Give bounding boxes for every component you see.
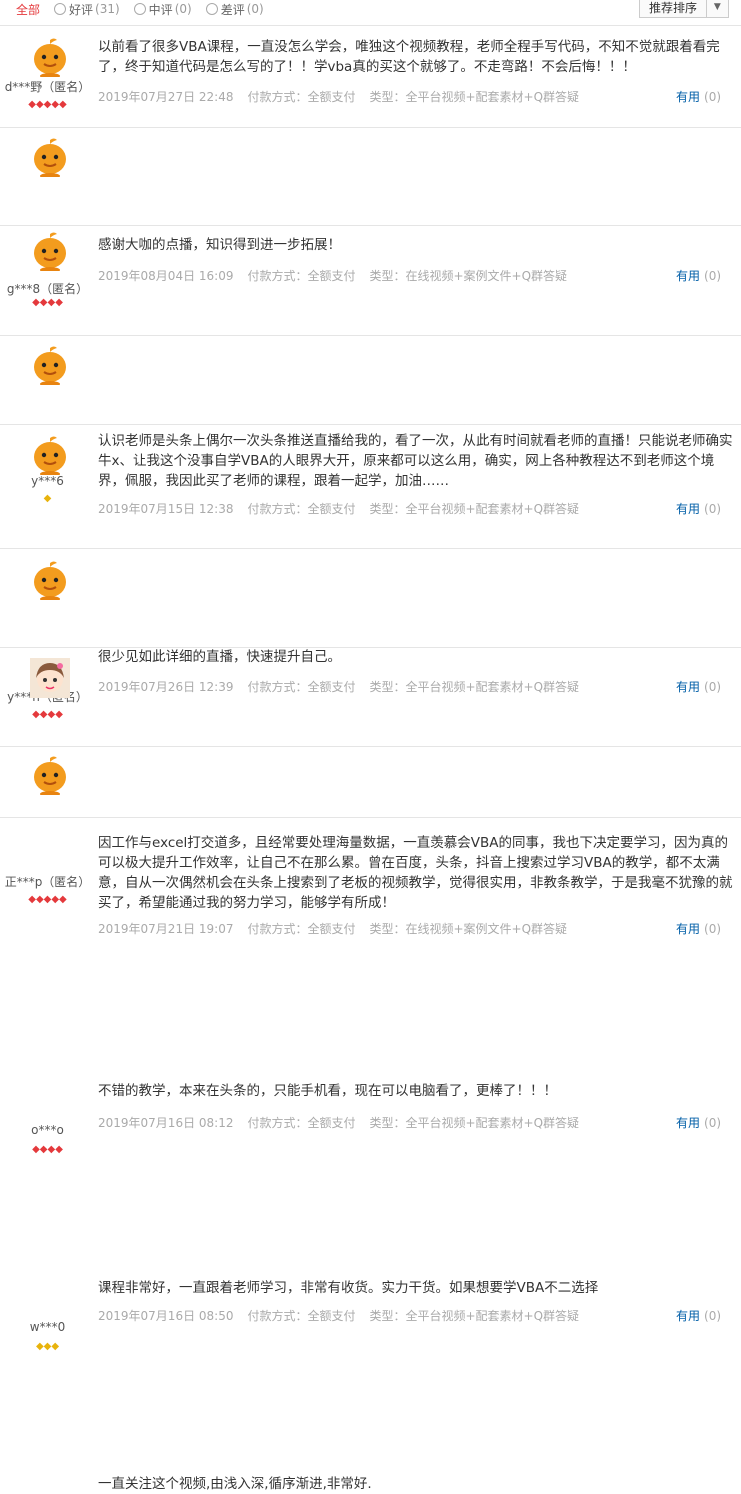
review-date: 2019年07月16日 08:50: [98, 1309, 234, 1323]
useful-button[interactable]: 有用: [676, 1309, 700, 1323]
review-item: y***n（匿名）◆◆◆◆很少见如此详细的直播，快速提升自己。2019年07月2…: [0, 336, 741, 720]
useful-vote: 有用 (0): [676, 920, 721, 937]
review-content: 以前看了很多VBA课程，一直没怎么学会，唯独这个视频教程，老师全程手写代码，不知…: [98, 39, 720, 75]
review-payment: 付款方式：全额支付: [247, 922, 356, 936]
review-content: 课程非常好，一直跟着老师学习，非常有收货。实力干货。如果想要学VBA不二选择: [98, 1280, 599, 1296]
review-meta: 2019年07月27日 22:48 付款方式：全额支付 类型：全平台视频+配套素材+…: [98, 88, 593, 105]
filter-positive-count: (31): [95, 2, 120, 16]
member-rank: ◆◆◆◆◆: [0, 895, 95, 905]
avatar[interactable]: [30, 345, 70, 387]
review-type: 类型：全平台视频+配套素材+Q群答疑: [369, 90, 580, 104]
avatar[interactable]: [30, 137, 70, 179]
red-diamond-icon: ◆: [28, 894, 36, 905]
radio-icon[interactable]: [133, 3, 146, 15]
filter-all-label: 全部: [16, 2, 41, 17]
useful-count: (0): [704, 922, 722, 936]
review-item: o***o ◆◆◆◆ 不错的教学，本来在头条的，只能手机看，现在可以电脑看了，更棒了…: [0, 549, 741, 1155]
useful-button[interactable]: 有用: [676, 922, 700, 936]
username: 正***p（匿名）: [4, 875, 91, 889]
filter-negative-label: 差评: [220, 2, 245, 17]
gold-diamond-icon: ◆: [51, 1341, 60, 1352]
username: d***野（匿名）: [4, 80, 91, 94]
avatar[interactable]: [30, 560, 70, 602]
member-rank: ◆◆◆◆◆: [0, 100, 95, 110]
avatar[interactable]: [30, 435, 70, 477]
review-date: 2019年07月16日 08:12: [98, 1116, 234, 1130]
filter-neutral-count: (0): [174, 2, 192, 16]
review-date: 2019年07月27日 22:48: [98, 90, 234, 104]
useful-vote: 有用 (0): [676, 1114, 721, 1131]
radio-icon[interactable]: [205, 3, 218, 15]
useful-button[interactable]: 有用: [676, 1116, 700, 1130]
review-type: 类型：全平台视频+配套素材+Q群答疑: [369, 1116, 580, 1130]
review-type: 类型：全平台视频+配套素材+Q群答疑: [369, 1309, 580, 1323]
useful-vote: 有用 (0): [676, 88, 721, 105]
gold-diamond-icon: ◆: [43, 1341, 52, 1352]
useful-button[interactable]: 有用: [676, 90, 700, 104]
useful-count: (0): [704, 1309, 722, 1323]
filter-neutral[interactable]: 中评 (0): [133, 1, 192, 18]
review-payment: 付款方式：全额支付: [247, 1309, 356, 1323]
review-filter-bar: 全部 好评 (31) 中评 (0) 差评 (0): [0, 0, 741, 24]
review-content: 一直关注这个视频,由浅入深,循序渐进,非常好.: [98, 1476, 372, 1492]
chevron-down-icon[interactable]: ▼: [705, 0, 728, 17]
username: o***o: [31, 1123, 64, 1137]
filter-all[interactable]: 全部: [16, 1, 40, 18]
review-payment: 付款方式：全额支付: [247, 1116, 356, 1130]
filter-negative-count: (0): [246, 2, 264, 16]
review-meta: 2019年07月21日 19:07 付款方式：全额支付 类型：在线视频+案例文件+Q…: [98, 920, 581, 937]
red-diamond-icon: ◆: [32, 1144, 40, 1155]
useful-count: (0): [704, 1116, 722, 1130]
filter-positive-label: 好评: [69, 2, 94, 17]
sort-label: 推荐排序: [649, 0, 698, 15]
review-item: w***0 ◆◆◆ 课程非常好，一直跟着老师学习，非常有收货。实力干货。如果想要学V…: [0, 648, 741, 1352]
avatar[interactable]: [30, 755, 70, 797]
review-content: 不错的教学，本来在头条的，只能手机看，现在可以电脑看了，更棒了！！！: [98, 1083, 557, 1099]
review-list: d***野（匿名） ◆◆◆◆◆ 以前看了很多VBA课程，一直没怎么学会，唯独这个视频…: [0, 25, 741, 1492]
filter-neutral-label: 中评: [148, 2, 173, 17]
radio-icon[interactable]: [54, 3, 67, 15]
review-payment: 付款方式：全额支付: [247, 90, 356, 104]
review-date: 2019年07月21日 19:07: [98, 922, 234, 936]
red-diamond-icon: ◆: [47, 1144, 56, 1155]
girl-avatar[interactable]: [30, 658, 70, 698]
red-diamond-icon: ◆: [35, 894, 44, 905]
red-diamond-icon: ◆: [55, 1144, 63, 1155]
useful-count: (0): [704, 90, 722, 104]
review-item: d***野（匿名） ◆◆◆◆◆ 以前看了很多VBA课程，一直没怎么学会，唯独这个视频…: [0, 26, 741, 128]
red-diamond-icon: ◆: [51, 99, 60, 110]
review-item: 正***p（匿名） ◆◆◆◆◆ 因工作与excel打交道多，且经常要处理海量数据，一…: [0, 425, 741, 936]
filter-negative[interactable]: 差评 (0): [205, 1, 264, 18]
review-item: g***8（匿名） ◆◆◆◆ 感谢大咖的点播，知识得到进一步拓展！ 2019年08月0…: [0, 128, 741, 308]
review-item: y***6 ◆ 认识老师是头条上偶尔一次头条推送直播给我的，看了一次，从此有时间就看…: [0, 226, 741, 516]
member-rank: ◆◆◆: [0, 1342, 95, 1352]
filter-positive[interactable]: 好评 (31): [54, 1, 120, 18]
red-diamond-icon: ◆: [59, 99, 67, 110]
review-type: 类型：在线视频+案例文件+Q群答疑: [369, 922, 568, 936]
gold-diamond-icon: ◆: [35, 1341, 44, 1352]
username: w***0: [29, 1320, 66, 1334]
avatar[interactable]: [30, 231, 70, 273]
red-diamond-icon: ◆: [51, 894, 60, 905]
useful-vote: 有用 (0): [676, 1307, 721, 1324]
red-diamond-icon: ◆: [39, 1144, 48, 1155]
red-diamond-icon: ◆: [28, 99, 36, 110]
avatar[interactable]: [30, 37, 70, 79]
sort-dropdown[interactable]: 推荐排序 ▼: [639, 0, 729, 18]
member-rank: ◆◆◆◆: [0, 1145, 95, 1155]
red-diamond-icon: ◆: [43, 894, 52, 905]
red-diamond-icon: ◆: [35, 99, 44, 110]
review-meta: 2019年07月16日 08:12 付款方式：全额支付 类型：全平台视频+配套素材+…: [98, 1114, 593, 1131]
review-meta: 2019年07月16日 08:50 付款方式：全额支付 类型：全平台视频+配套素材+…: [98, 1307, 593, 1324]
review-content: 因工作与excel打交道多，且经常要处理海量数据，一直羡慕会VBA的同事，我也下…: [98, 835, 733, 911]
red-diamond-icon: ◆: [59, 894, 67, 905]
